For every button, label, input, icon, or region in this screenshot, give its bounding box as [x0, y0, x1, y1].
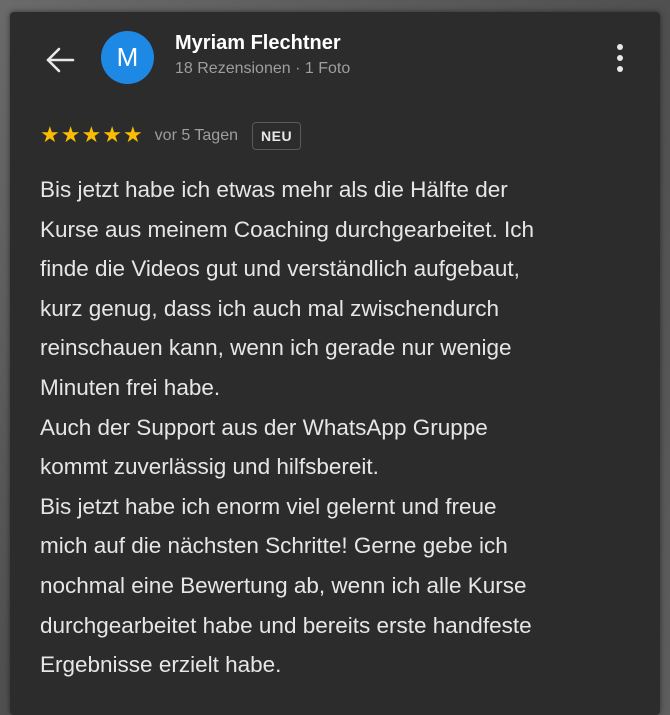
more-vertical-icon-dot	[617, 55, 623, 61]
new-badge: NEU	[252, 122, 302, 150]
more-options-button[interactable]	[605, 38, 635, 78]
star-icon: ★	[81, 123, 102, 148]
review-text-line: Minuten frei habe.	[40, 374, 221, 400]
review-header: M Myriam Flechtner 18 Rezensionen · 1 Fo…	[10, 12, 660, 102]
star-rating: ★ ★ ★ ★ ★	[40, 125, 143, 147]
arrow-left-icon	[46, 47, 75, 73]
review-text-line: Ergebnisse erzielt habe.	[40, 652, 282, 678]
review-card: M Myriam Flechtner 18 Rezensionen · 1 Fo…	[10, 12, 660, 715]
review-date: vor 5 Tagen	[154, 127, 238, 144]
star-icon: ★	[40, 123, 60, 148]
reviewer-meta: 18 Rezensionen · 1 Foto	[175, 60, 351, 77]
avatar-letter: M	[116, 42, 139, 72]
review-text-line: durchgearbeitet habe und bereits erste h…	[40, 612, 532, 638]
review-text-line: Bis jetzt habe ich etwas mehr als die Hä…	[40, 177, 508, 202]
review-text: Bis jetzt habe ich etwas mehr als die Hä…	[40, 170, 645, 685]
review-text-line: Bis jetzt habe ich enorm viel gelernt un…	[40, 493, 497, 519]
review-text-line: finde die Videos gut und verständlich au…	[40, 256, 520, 282]
star-icon: ★	[60, 123, 81, 148]
review-text-line: reinschauen kann, wenn ich gerade nur we…	[40, 335, 512, 361]
review-text-line: kurz genug, dass ich auch mal zwischendu…	[40, 295, 499, 321]
more-vertical-icon-dot	[617, 66, 623, 72]
review-text-line: kommt zuverlässig und hilfsbereit.	[40, 454, 379, 480]
review-text-line: Kurse aus meinem Coaching durchgearbeite…	[40, 216, 535, 242]
star-icon: ★	[122, 123, 143, 148]
star-icon: ★	[102, 123, 122, 148]
rating-row: ★ ★ ★ ★ ★ vor 5 Tagen NEU	[40, 120, 302, 152]
back-button[interactable]	[40, 40, 80, 80]
avatar[interactable]: M	[101, 31, 154, 84]
more-vertical-icon	[617, 44, 623, 50]
review-text-line: Auch der Support aus der WhatsApp Gruppe	[40, 414, 488, 440]
review-text-line: mich auf die nächsten Schritte! Gerne ge…	[40, 533, 508, 559]
reviewer-name[interactable]: Myriam Flechtner	[175, 32, 341, 55]
review-text-line: nochmal eine Bewertung ab, wenn ich alle…	[40, 572, 527, 598]
screenshot-frame: M Myriam Flechtner 18 Rezensionen · 1 Fo…	[0, 0, 670, 715]
